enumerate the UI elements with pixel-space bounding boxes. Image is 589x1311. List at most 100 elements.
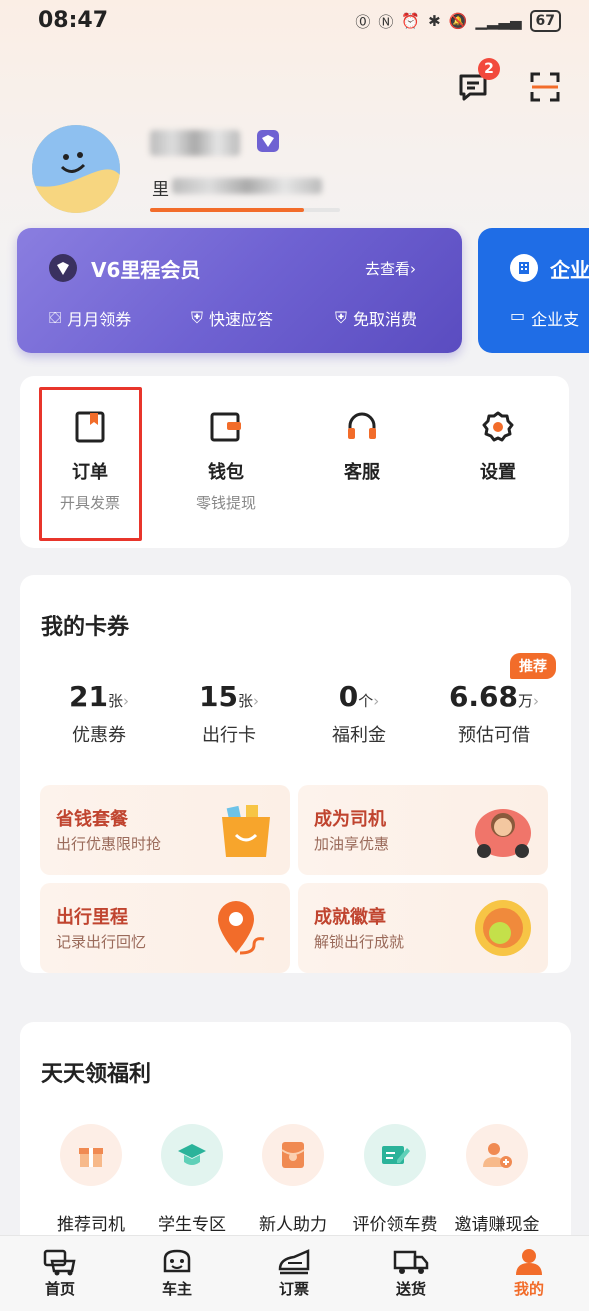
enterprise-title: 企业 <box>550 258 589 282</box>
tile-sub: 记录出行回忆 <box>56 933 147 951</box>
nfc-icon: ⓪ <box>355 12 371 31</box>
customer-service[interactable]: 客服 <box>307 410 417 484</box>
gear-icon <box>482 411 514 442</box>
status-time: 08:47 <box>38 8 109 33</box>
wallet-service[interactable]: 钱包 零钱提现 <box>171 410 281 513</box>
tab-car-owner[interactable]: 车主 <box>137 1246 217 1299</box>
student-zone-label[interactable]: 学生专区 <box>137 1210 247 1235</box>
truck-icon <box>393 1250 429 1274</box>
scan-icon <box>530 72 560 102</box>
bolt-shield-icon: ⛨ <box>191 308 204 327</box>
settings-service[interactable]: 设置 <box>443 410 553 484</box>
welfare-fund-unit: 个 <box>358 692 374 710</box>
recommend-driver-label[interactable]: 推荐司机 <box>36 1210 146 1235</box>
free-shield-icon: ⛨ <box>335 308 348 327</box>
invite-cash-icon-bg[interactable] <box>466 1124 528 1186</box>
tile-title: 成为司机 <box>314 809 386 830</box>
benefit-label: 快速应答 <box>209 310 274 329</box>
enterprise-sub-label: 企业支 <box>531 310 580 329</box>
vip-benefit-cancel: ⛨ 免取消费 <box>335 306 417 330</box>
travel-mileage-tile[interactable]: 出行里程 记录出行回忆 <box>40 883 290 973</box>
order-highlight-box <box>39 387 142 541</box>
tab-tickets-label: 订票 <box>278 1280 309 1298</box>
location-pin-icon <box>218 901 265 955</box>
mileage-prefix: 里 <box>152 180 169 200</box>
vip-view-label: 去查看 <box>365 260 411 278</box>
welfare-title: 天天领福利 <box>41 1062 152 1087</box>
vip-card[interactable]: V6里程会员 去查看 › ⛋ 月月领券 ⛨ 快速应答 ⛨ 免取消费 <box>17 228 462 353</box>
status-icons: ⓪ Ⓝ ⏰ ✱ 🔕 ▁▂▃▄ 67 <box>355 10 561 32</box>
tab-delivery[interactable]: 送货 <box>371 1246 451 1299</box>
coupon-label: 优惠券 <box>72 725 126 746</box>
tile-sub: 出行优惠限时抢 <box>56 835 162 853</box>
recommend-badge: 推荐 <box>510 653 556 679</box>
tab-tickets[interactable]: 订票 <box>254 1246 334 1299</box>
graduation-cap-icon <box>178 1144 206 1165</box>
enterprise-card[interactable]: 企业 ▭ 企业支 <box>478 228 589 353</box>
savings-package-tile[interactable]: 省钱套餐 出行优惠限时抢 <box>40 785 290 875</box>
settings-label: 设置 <box>480 462 516 483</box>
loan-estimate-stat[interactable]: 6.68万› 预估可借 <box>434 680 554 747</box>
enterprise-sub: ▭ 企业支 <box>510 306 579 330</box>
welfare-fund-stat[interactable]: 0个› 福利金 <box>304 680 414 747</box>
review-reward-icon-bg[interactable] <box>364 1124 426 1186</box>
travel-card-stat[interactable]: 15张› 出行卡 <box>174 680 284 747</box>
become-driver-tile[interactable]: 成为司机 加油享优惠 <box>298 785 548 875</box>
smiley-avatar-icon <box>32 125 120 213</box>
newcomer-help-icon-bg[interactable] <box>262 1124 324 1186</box>
shopping-bag-icon <box>222 805 270 857</box>
user-icon <box>516 1249 542 1275</box>
coupon-unit: 张 <box>107 692 123 710</box>
car-home-icon <box>43 1249 76 1276</box>
review-pen-icon <box>382 1146 410 1164</box>
train-ticket-icon <box>278 1249 310 1275</box>
bluetooth-icon: ✱ <box>428 12 441 30</box>
travel-card-value: 15 <box>199 680 238 713</box>
tile-sub: 解锁出行成就 <box>314 933 405 951</box>
coupon-stat[interactable]: 21张› 优惠券 <box>44 680 154 747</box>
welfare-fund-label: 福利金 <box>332 725 386 746</box>
vip-view-link[interactable]: 去查看 › <box>365 258 416 279</box>
vip-title: V6里程会员 <box>91 258 201 282</box>
driver-car-icon <box>475 809 531 858</box>
username-blurred <box>150 130 240 156</box>
red-envelope-icon <box>281 1142 305 1168</box>
battery-indicator: 67 <box>529 10 561 32</box>
scan-button[interactable] <box>528 70 562 104</box>
signal-icon: ▁▂▃▄ <box>475 12 522 30</box>
phone-blurred <box>172 178 322 194</box>
tab-car-owner-label: 车主 <box>161 1280 192 1298</box>
chevron-right-icon: › <box>410 259 417 278</box>
welfare-fund-value: 0 <box>338 680 359 713</box>
review-reward-label[interactable]: 评价领车费 <box>340 1210 450 1235</box>
benefit-label: 免取消费 <box>353 310 418 329</box>
coupon-value: 21 <box>69 680 108 713</box>
avatar[interactable] <box>32 125 120 213</box>
vip-icon <box>49 254 77 282</box>
invite-cash-label[interactable]: 邀请赚现金 <box>442 1210 552 1235</box>
tile-title: 省钱套餐 <box>56 809 128 830</box>
chevron-right-icon: › <box>252 692 259 710</box>
tile-sub: 加油享优惠 <box>314 835 390 853</box>
travel-card-label: 出行卡 <box>202 725 256 746</box>
recommend-driver-icon-bg[interactable] <box>60 1124 122 1186</box>
student-zone-icon-bg[interactable] <box>161 1124 223 1186</box>
tab-bar: 首页 车主 订票 送货 我的 <box>0 1235 589 1311</box>
message-badge: 2 <box>478 58 500 80</box>
tab-mine[interactable]: 我的 <box>489 1246 569 1299</box>
newcomer-help-label[interactable]: 新人助力 <box>238 1210 348 1235</box>
vip-benefit-coupons: ⛋ 月月领券 <box>49 306 131 330</box>
cards-title: 我的卡券 <box>41 615 130 640</box>
gift-icon: ⛋ <box>49 308 62 327</box>
vip-benefit-fast: ⛨ 快速应答 <box>191 306 273 330</box>
tab-home[interactable]: 首页 <box>20 1246 100 1299</box>
status-bar: 08:47 ⓪ Ⓝ ⏰ ✱ 🔕 ▁▂▃▄ 67 <box>0 0 589 40</box>
loan-estimate-label: 预估可借 <box>458 725 530 746</box>
wallet-sub: 零钱提现 <box>195 494 256 512</box>
achievement-badge-tile[interactable]: 成就徽章 解锁出行成就 <box>298 883 548 973</box>
wallet-icon <box>210 412 241 442</box>
tab-home-label: 首页 <box>44 1280 75 1298</box>
message-button[interactable]: 2 <box>456 58 500 104</box>
alarm-icon: ⏰ <box>401 12 421 30</box>
cards-panel: 我的卡券 推荐 21张› 优惠券 15张› 出行卡 0个› 福利金 6.68万›… <box>20 575 571 973</box>
